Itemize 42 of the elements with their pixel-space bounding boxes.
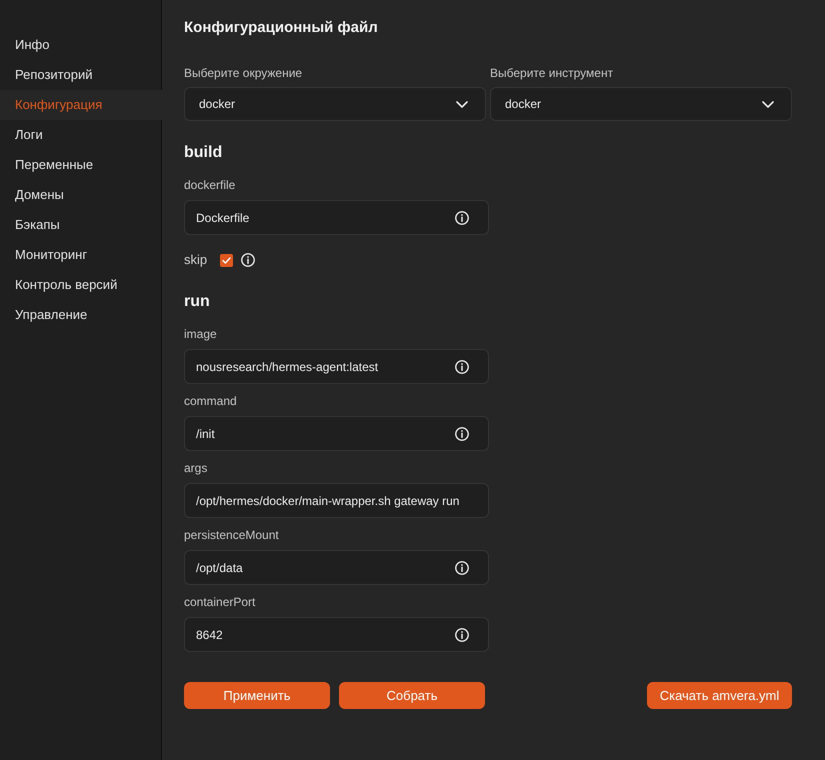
sidebar-item[interactable]: Контроль версий	[0, 270, 161, 300]
info-icon[interactable]	[455, 426, 469, 440]
section-title: build	[184, 143, 224, 163]
sidebar-item[interactable]: Мониторинг	[0, 240, 161, 270]
select-dropdown[interactable]: docker	[490, 87, 792, 121]
sidebar-item[interactable]: Бэкапы	[0, 210, 161, 240]
action-button[interactable]: Применить	[184, 682, 330, 709]
info-icon[interactable]	[455, 210, 469, 224]
field-label: dockerfile	[184, 178, 236, 192]
checkbox[interactable]	[220, 254, 234, 266]
text-field[interactable]: 8642	[184, 617, 489, 652]
field-label: image	[184, 327, 218, 341]
text-field[interactable]: nousresearch/hermes-agent:latest	[184, 349, 489, 384]
sidebar-item[interactable]: Управление	[0, 300, 161, 330]
info-icon[interactable]	[455, 560, 469, 574]
chevron-down-icon	[762, 100, 774, 108]
sidebar-item[interactable]: Конфигурация	[0, 90, 162, 120]
text-field[interactable]: Dockerfile	[184, 200, 489, 235]
text-field[interactable]: /opt/data	[184, 550, 489, 585]
select-dropdown[interactable]: docker	[184, 87, 486, 121]
sidebar-item[interactable]: Логи	[0, 120, 161, 150]
info-icon[interactable]	[241, 253, 256, 267]
action-button[interactable]: Собрать	[339, 682, 485, 709]
sidebar-item[interactable]: Домены	[0, 180, 161, 210]
field-label: containerPort	[184, 595, 256, 609]
field-label: persistenceMount	[184, 528, 280, 542]
info-icon[interactable]	[455, 628, 469, 642]
text-field[interactable]: /opt/hermes/docker/main-wrapper.sh gateway run	[184, 483, 489, 518]
sidebar-item[interactable]: Переменные	[0, 150, 161, 180]
checkbox-label: skip	[184, 251, 208, 270]
page-title: Конфигурационный файл	[184, 18, 379, 38]
download-button[interactable]: Скачать amvera.yml	[647, 682, 792, 709]
field-label: command	[184, 394, 238, 408]
sidebar-item[interactable]: Инфо	[0, 30, 161, 60]
text-field[interactable]: /init	[184, 416, 489, 451]
section-title: run	[184, 292, 211, 312]
info-icon[interactable]	[455, 360, 469, 374]
select-label: Выберите инструмент	[490, 66, 614, 80]
select-label: Выберите окружение	[184, 66, 304, 80]
chevron-down-icon	[456, 100, 468, 108]
sidebar-item[interactable]: Репозиторий	[0, 60, 161, 90]
field-label: args	[184, 461, 208, 475]
